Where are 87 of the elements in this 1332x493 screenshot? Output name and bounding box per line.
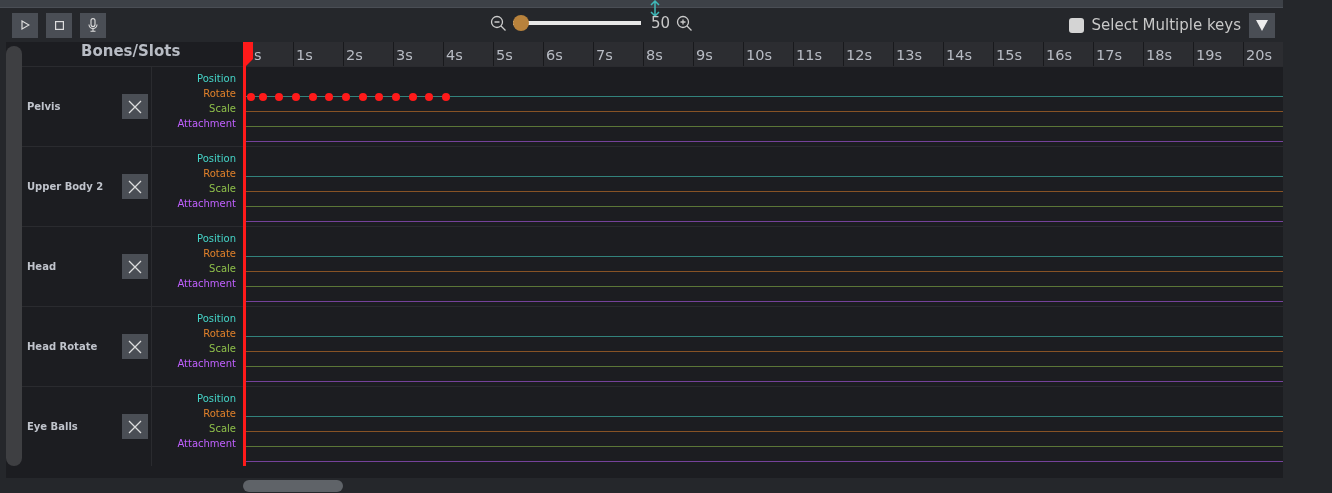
close-icon <box>128 99 142 114</box>
zoom-value: 50 <box>651 14 671 32</box>
slider-thumb[interactable] <box>513 15 529 31</box>
close-icon <box>128 419 142 434</box>
time-tick: 1s <box>293 42 343 66</box>
zoom-out-icon[interactable] <box>490 14 507 32</box>
time-tick: 2s <box>343 42 393 66</box>
keyframe-dot[interactable] <box>442 93 450 101</box>
track-label: Scale <box>209 262 236 276</box>
remove-button[interactable] <box>122 174 148 199</box>
time-tick: 17s <box>1093 42 1143 66</box>
time-tick: 5s <box>493 42 543 66</box>
keyframe-dot[interactable] <box>325 93 334 101</box>
track-label: Rotate <box>203 167 236 181</box>
keyframe-dot[interactable] <box>308 93 317 101</box>
time-tick: 9s <box>693 42 743 66</box>
record-button[interactable] <box>80 12 106 38</box>
time-tick: 12s <box>843 42 893 66</box>
close-icon <box>128 339 142 354</box>
dropdown-button[interactable] <box>1249 12 1275 38</box>
stop-icon <box>54 20 64 30</box>
time-tick: 4s <box>443 42 493 66</box>
time-tick: 6s <box>543 42 593 66</box>
remove-button[interactable] <box>122 254 148 279</box>
keyframe-dot[interactable] <box>358 93 367 101</box>
zoom-in-icon[interactable] <box>676 14 694 32</box>
time-tick: 16s <box>1043 42 1093 66</box>
track-label: Position <box>197 152 236 166</box>
microphone-icon <box>88 18 98 32</box>
time-tick: 3s <box>393 42 443 66</box>
keyframe-dot[interactable] <box>375 93 384 101</box>
time-tick: 18s <box>1143 42 1193 66</box>
keyframe-dot[interactable] <box>342 93 350 101</box>
track-label: Attachment <box>177 197 236 211</box>
keyframe-dot[interactable] <box>425 93 434 101</box>
keyframe-dot[interactable] <box>275 93 284 101</box>
track-label: Position <box>197 232 236 246</box>
time-tick: 10s <box>743 42 793 66</box>
remove-button[interactable] <box>122 94 148 119</box>
keyframe-dot[interactable] <box>408 93 417 101</box>
caret-icon <box>1256 19 1268 31</box>
time-tick: 15s <box>993 42 1043 66</box>
resize-arrow-icon <box>650 0 660 18</box>
playhead-flag-icon[interactable] <box>243 42 253 66</box>
bone-name: Upper Body 2 <box>27 181 105 192</box>
keyframe-dot[interactable] <box>392 93 400 101</box>
time-tick: 20s <box>1243 42 1283 66</box>
track-label: Scale <box>209 422 236 436</box>
checkbox-label[interactable]: Select Multiple keys <box>1091 16 1241 34</box>
play-button[interactable] <box>12 12 38 38</box>
track-label: Rotate <box>203 247 236 261</box>
remove-button[interactable] <box>122 414 148 439</box>
track-label: Scale <box>209 102 236 116</box>
bone-name: Head Rotate <box>27 341 99 352</box>
time-tick: 7s <box>593 42 643 66</box>
track-label: Scale <box>209 182 236 196</box>
vertical-scrollbar[interactable] <box>6 46 22 466</box>
bone-name: Head <box>27 261 58 272</box>
track-label: Rotate <box>203 327 236 341</box>
track-label: Rotate <box>203 407 236 421</box>
keyframe-dot[interactable] <box>258 93 267 101</box>
time-tick: 8s <box>643 42 693 66</box>
track-label: Position <box>197 312 236 326</box>
checkbox[interactable] <box>1068 17 1084 33</box>
time-tick: 14s <box>943 42 993 66</box>
track-label: Position <box>197 72 236 86</box>
track-label: Attachment <box>177 277 236 291</box>
track-label: Scale <box>209 342 236 356</box>
remove-button[interactable] <box>122 334 148 359</box>
track-label: Position <box>197 392 236 406</box>
column-header: Bones/Slots <box>80 42 182 62</box>
close-icon <box>128 259 142 274</box>
track-label: Attachment <box>177 437 236 451</box>
stop-button[interactable] <box>46 12 72 38</box>
keyframe-dot[interactable] <box>292 93 300 101</box>
time-tick: 13s <box>893 42 943 66</box>
track-label: Rotate <box>203 87 236 101</box>
horizontal-scrollbar[interactable] <box>243 480 343 492</box>
close-icon <box>128 179 142 194</box>
bone-name: Pelvis <box>27 101 62 112</box>
play-icon <box>20 20 30 30</box>
time-tick: 19s <box>1193 42 1243 66</box>
track-label: Attachment <box>177 117 236 131</box>
track-label: Attachment <box>177 357 236 371</box>
keyframe-dot[interactable] <box>247 93 255 101</box>
bone-name: Eye Balls <box>27 421 79 432</box>
time-tick: 11s <box>793 42 843 66</box>
